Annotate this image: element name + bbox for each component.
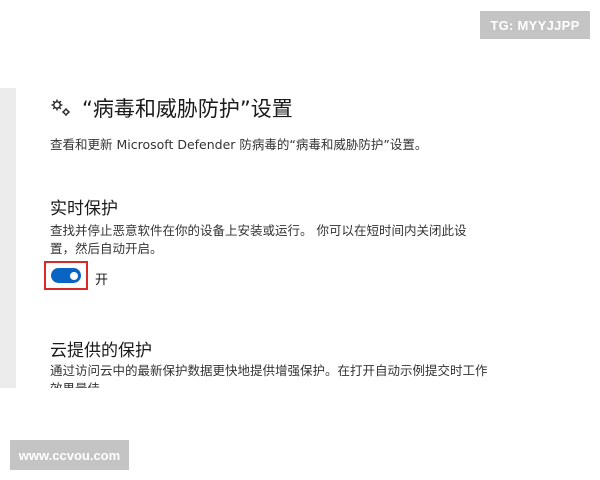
realtime-protection-title: 实时保护 xyxy=(50,199,118,219)
toggle-highlight-box xyxy=(44,261,88,290)
page-description: 查看和更新 Microsoft Defender 防病毒的“病毒和威胁防护”设置… xyxy=(50,137,428,152)
cloud-protection-description: 通过访问云中的最新保护数据更快地提供增强保护。在打开自动示例提交时工作效果最佳。 xyxy=(50,363,488,388)
cloud-protection-title: 云提供的保护 xyxy=(50,341,152,361)
left-pane-edge xyxy=(0,88,16,388)
watermark: www.ccvou.com xyxy=(10,440,129,470)
realtime-protection-toggle[interactable] xyxy=(51,268,81,283)
page-header: “病毒和威胁防护”设置 xyxy=(50,92,293,124)
toggle-state-label: 开 xyxy=(95,273,109,288)
toggle-knob xyxy=(70,271,78,280)
gear-icon xyxy=(51,99,70,116)
page-title: “病毒和威胁防护”设置 xyxy=(82,97,293,121)
tg-badge: TG: MYYJJPP xyxy=(480,11,590,39)
realtime-protection-description: 查找并停止恶意软件在你的设备上安装或运行。 你可以在短时间内关闭此设置，然后自动… xyxy=(50,223,467,256)
